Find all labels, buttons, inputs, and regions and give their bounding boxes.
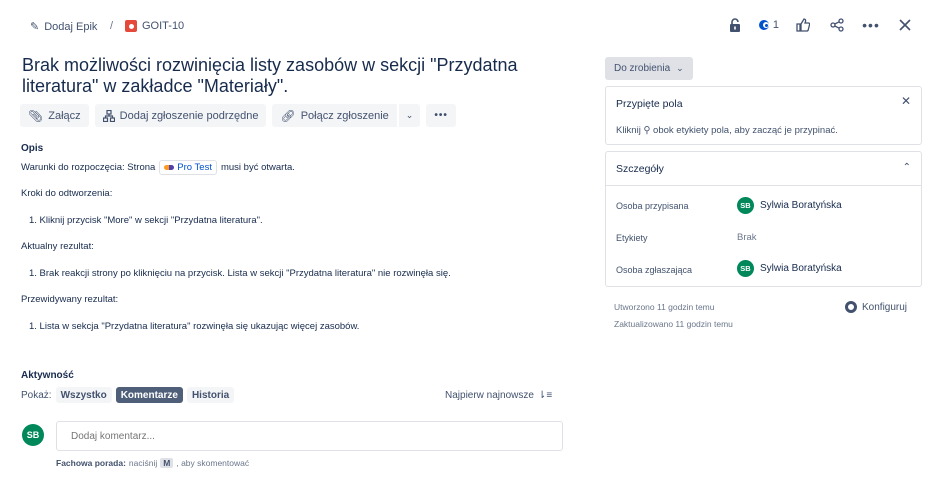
vote-button[interactable] bbox=[793, 15, 813, 35]
issue-title[interactable]: Brak możliwości rozwinięcia listy zasobó… bbox=[22, 55, 542, 97]
pro-test-link[interactable]: Pro Test bbox=[159, 160, 217, 175]
pinned-fields-panel: Przypięte pola ✕ Kliknij ⚲ obok etykiety… bbox=[605, 86, 922, 145]
filter-all-button[interactable]: Wszystko bbox=[55, 387, 112, 403]
lock-icon bbox=[730, 18, 740, 32]
details-heading[interactable]: Szczegóły bbox=[616, 163, 664, 175]
actual-item: 1. Brak reakcji strony po kliknięciu na … bbox=[29, 268, 451, 279]
more-icon: ••• bbox=[862, 17, 880, 33]
issue-key-link[interactable]: GOIT-10 bbox=[125, 20, 184, 32]
share-button[interactable] bbox=[827, 15, 847, 35]
link-issue-group: 🔗︎ Połącz zgłoszenie ⌄ bbox=[272, 104, 421, 127]
issue-header: ✎ Dodaj Epik / GOIT-10 1 ••• bbox=[0, 0, 935, 50]
attach-label: Załącz bbox=[48, 109, 81, 122]
show-label: Pokaż: bbox=[21, 389, 52, 401]
pro-test-logo-icon bbox=[164, 165, 175, 170]
status-dropdown[interactable]: Do zrobienia ⌄ bbox=[605, 57, 693, 80]
link-icon: 🔗︎ bbox=[280, 108, 296, 123]
more-icon: ••• bbox=[434, 110, 448, 121]
tip-end: , aby skomentować bbox=[176, 458, 250, 468]
expected-heading: Przewidywany rezultat: bbox=[21, 294, 119, 305]
add-epic-link[interactable]: ✎ Dodaj Epik bbox=[30, 20, 98, 34]
sort-label: Najpierw najnowsze bbox=[445, 390, 534, 401]
close-icon bbox=[899, 19, 911, 31]
thumbs-up-icon bbox=[796, 18, 810, 32]
precondition-end: musi być otwarta. bbox=[220, 162, 295, 173]
breadcrumb-separator: / bbox=[110, 20, 114, 32]
bug-icon bbox=[125, 20, 137, 32]
toolbar-more-button[interactable]: ••• bbox=[426, 104, 456, 127]
expected-item: 1. Lista w sekcja "Przydatna literatura"… bbox=[29, 321, 360, 332]
avatar: SB bbox=[737, 197, 754, 214]
paperclip-icon: 📎︎ bbox=[28, 108, 44, 123]
step-item: 1. Kliknij przycisk "More" w sekcji "Prz… bbox=[29, 215, 263, 226]
pro-test-link-label: Pro Test bbox=[177, 162, 212, 173]
attach-button[interactable]: 📎︎ Załącz bbox=[20, 104, 89, 127]
details-collapse-button[interactable]: ⌃ bbox=[903, 159, 911, 173]
eye-icon bbox=[759, 20, 769, 30]
issue-actions: 1 ••• bbox=[725, 15, 915, 35]
share-icon bbox=[830, 18, 844, 32]
chevron-down-icon: ⌄ bbox=[676, 63, 684, 73]
issue-toolbar: 📎︎ Załącz Dodaj zgłoszenie podrzędne 🔗︎ … bbox=[20, 104, 456, 127]
created-timestamp: Utworzono 11 godzin temu bbox=[614, 302, 715, 312]
sort-icon: ⇂≡ bbox=[537, 390, 553, 401]
avatar: SB bbox=[737, 260, 754, 277]
precondition-text: Warunki do rozpoczęcia: Strona bbox=[21, 162, 156, 173]
filter-history-button[interactable]: Historia bbox=[186, 387, 235, 403]
add-epic-label: Dodaj Epik bbox=[44, 20, 98, 33]
pinned-close-button[interactable]: ✕ bbox=[901, 94, 911, 108]
tip-bold: Fachowa porada: bbox=[56, 458, 126, 468]
description-heading: Opis bbox=[21, 143, 44, 154]
description-precondition: Warunki do rozpoczęcia: Strona Pro Test … bbox=[21, 160, 295, 175]
assignee-field[interactable]: SB Sylwia Boratyńska bbox=[737, 197, 842, 214]
link-issue-label: Połącz zgłoszenie bbox=[300, 109, 389, 122]
issue-key: GOIT-10 bbox=[142, 20, 185, 32]
sort-newest-button[interactable]: Najpierw najnowsze ⇂≡ bbox=[445, 390, 552, 401]
details-panel: Szczegóły ⌃ Osoba przypisana SB Sylwia B… bbox=[605, 151, 922, 287]
chevron-up-icon: ⌃ bbox=[902, 162, 911, 173]
reporter-name: Sylwia Boratyńska bbox=[760, 263, 842, 274]
reporter-field[interactable]: SB Sylwia Boratyńska bbox=[737, 260, 842, 277]
add-subtask-button[interactable]: Dodaj zgłoszenie podrzędne bbox=[94, 104, 267, 127]
comment-tip: Fachowa porada: naciśnij M , aby skoment… bbox=[56, 458, 249, 468]
steps-heading: Kroki do odtworzenia: bbox=[21, 188, 113, 199]
pinned-heading: Przypięte pola bbox=[616, 98, 683, 110]
subtask-icon bbox=[102, 109, 115, 122]
configure-label: Konfiguruj bbox=[862, 301, 908, 313]
status-label: Do zrobienia bbox=[614, 63, 671, 74]
tip-text: naciśnij bbox=[128, 458, 158, 468]
assignee-name: Sylwia Boratyńska bbox=[760, 200, 842, 211]
lock-button[interactable] bbox=[725, 15, 745, 35]
assignee-label: Osoba przypisana bbox=[616, 201, 689, 211]
updated-timestamp: Zaktualizowano 11 godzin temu bbox=[614, 319, 733, 329]
close-icon: ✕ bbox=[900, 94, 911, 108]
filter-comments-button[interactable]: Komentarze bbox=[115, 387, 183, 403]
close-button[interactable] bbox=[895, 15, 915, 35]
chevron-down-icon: ⌄ bbox=[405, 110, 414, 120]
configure-button[interactable]: Konfiguruj bbox=[845, 301, 907, 313]
activity-filter-row: Pokaż: Wszystko Komentarze Historia bbox=[21, 387, 235, 403]
watch-count: 1 bbox=[772, 19, 779, 31]
reporter-label: Osoba zgłaszająca bbox=[616, 265, 693, 275]
pencil-icon: ✎ bbox=[30, 21, 40, 33]
more-actions-button[interactable]: ••• bbox=[861, 15, 881, 35]
avatar: SB bbox=[22, 424, 44, 446]
gear-icon bbox=[845, 301, 857, 313]
watch-button[interactable]: 1 bbox=[759, 15, 779, 35]
tip-key: M bbox=[160, 458, 174, 468]
add-subtask-label: Dodaj zgłoszenie podrzędne bbox=[119, 109, 259, 122]
pinned-hint: Kliknij ⚲ obok etykiety pola, aby zacząć… bbox=[616, 125, 838, 136]
labels-field[interactable]: Brak bbox=[737, 232, 757, 243]
link-issue-dropdown[interactable]: ⌄ bbox=[398, 104, 421, 127]
labels-label: Etykiety bbox=[616, 233, 648, 243]
actual-heading: Aktualny rezultat: bbox=[21, 241, 94, 252]
activity-heading: Aktywność bbox=[21, 370, 74, 381]
link-issue-button[interactable]: 🔗︎ Połącz zgłoszenie bbox=[272, 104, 397, 127]
comment-input[interactable] bbox=[56, 421, 563, 451]
divider bbox=[606, 185, 921, 186]
